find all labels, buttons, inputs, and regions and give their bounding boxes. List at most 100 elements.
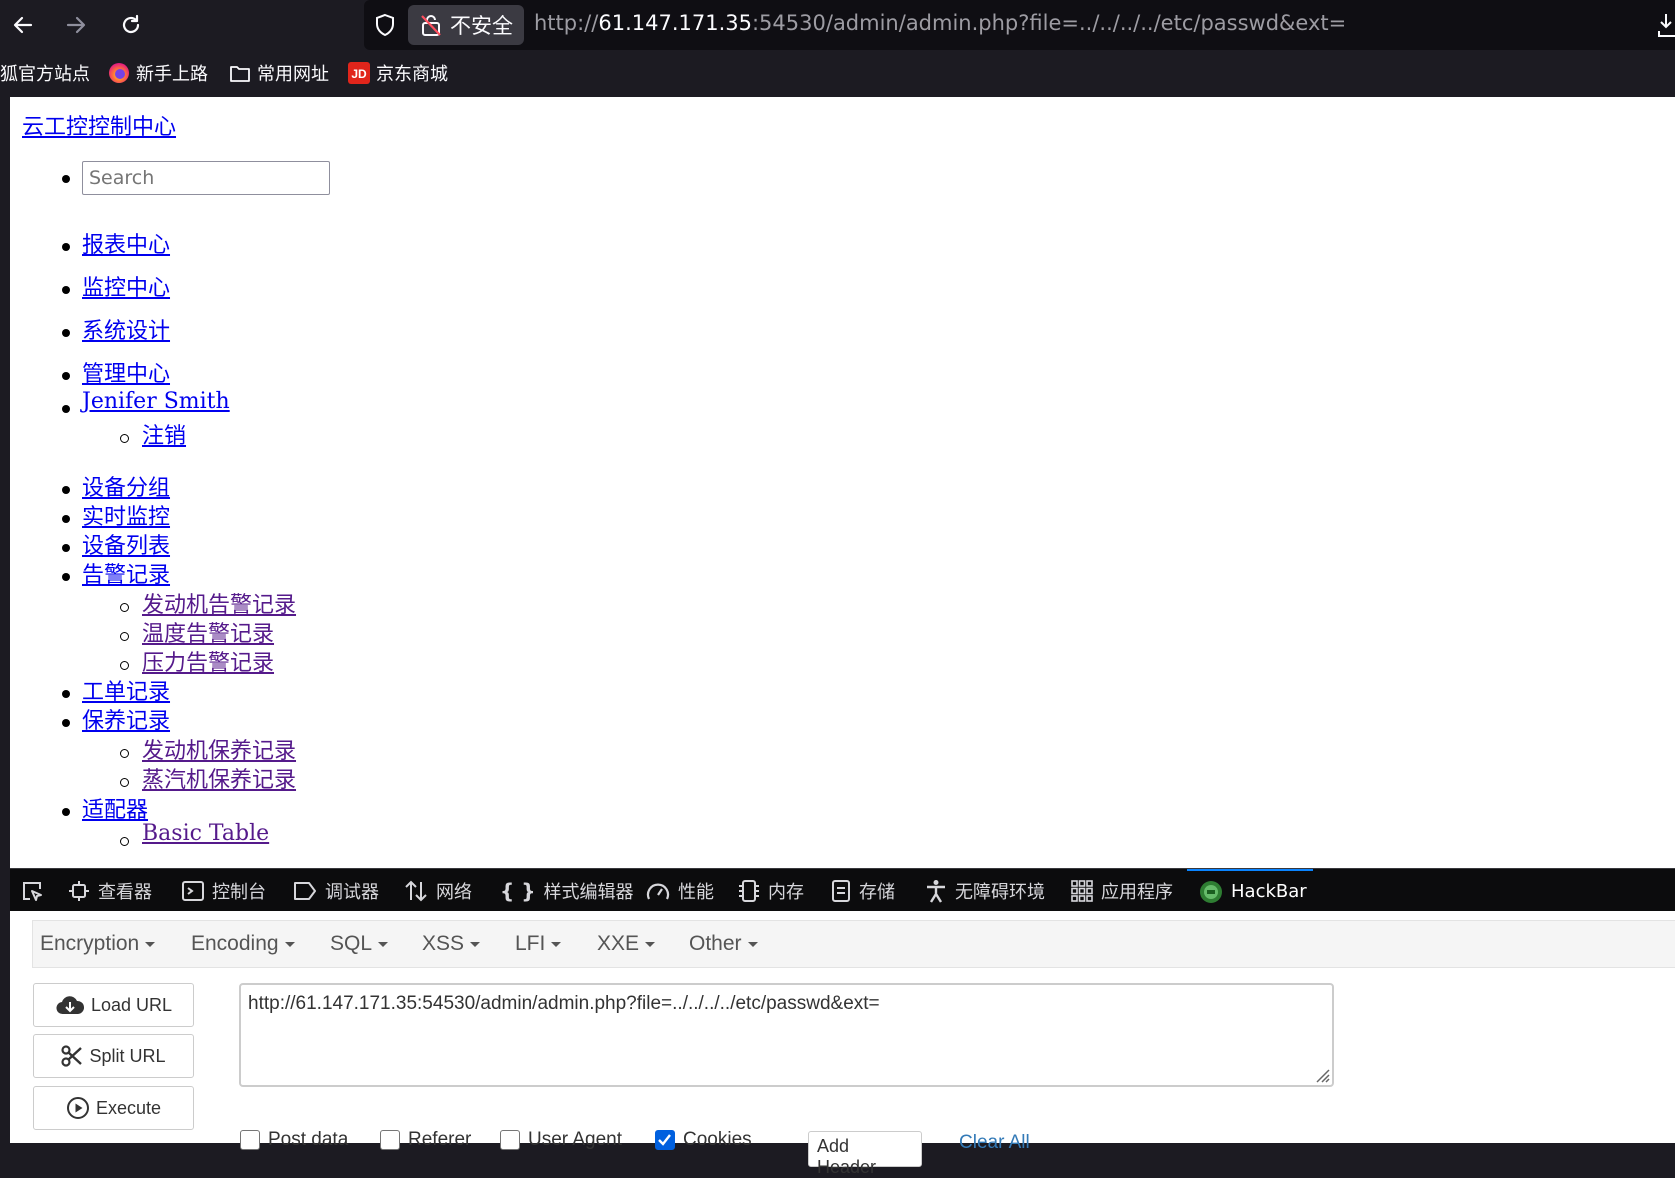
- checkbox-checked-icon: [655, 1130, 675, 1150]
- menu-xss[interactable]: XSS: [422, 932, 481, 956]
- nav-system-design[interactable]: 系统设计: [82, 313, 170, 345]
- devtools-toolbar: 查看器 控制台 调试器 网络 { } 样式编辑器 性能 内存 存储 无障碍环境 …: [10, 868, 1675, 911]
- tab-performance[interactable]: 性能: [646, 869, 714, 912]
- search-input[interactable]: [82, 161, 330, 195]
- add-header-button[interactable]: Add Header: [808, 1131, 922, 1177]
- tab-label: HackBar: [1231, 881, 1307, 902]
- accessibility-icon: [927, 879, 945, 903]
- reload-button[interactable]: [112, 6, 150, 44]
- clear-all-link[interactable]: Clear All: [959, 1132, 1030, 1154]
- url-scheme: http://: [534, 11, 599, 35]
- side-steam-maintenance-records[interactable]: 蒸汽机保养记录: [142, 762, 296, 794]
- bookmark-common-sites[interactable]: 常用网址: [229, 60, 329, 86]
- tab-application[interactable]: 应用程序: [1071, 869, 1173, 912]
- side-pressure-alarm-records[interactable]: 压力告警记录: [142, 645, 274, 677]
- play-circle-icon: [66, 1097, 89, 1119]
- firefox-icon: [109, 63, 129, 83]
- connection-insecure-button[interactable]: 不安全: [408, 5, 524, 45]
- inspector-icon: [69, 880, 89, 901]
- button-label: Split URL: [89, 1045, 166, 1066]
- caret-down-icon: [378, 941, 389, 947]
- button-label: Execute: [95, 1097, 162, 1118]
- side-maintenance-records[interactable]: 保养记录: [82, 703, 170, 735]
- list-bullet: [62, 372, 70, 380]
- list-circle: [120, 632, 129, 641]
- post-data-checkbox[interactable]: Post data: [240, 1129, 348, 1151]
- resize-handle-icon[interactable]: [1314, 1067, 1330, 1083]
- storage-icon: [832, 879, 850, 902]
- bookmark-jd-mall[interactable]: JD 京东商城: [348, 60, 448, 86]
- list-bullet: [62, 329, 70, 337]
- tab-accessibility[interactable]: 无障碍环境: [925, 869, 1045, 912]
- url-bar[interactable]: 不安全 http://61.147.171.35:54530/admin/adm…: [364, 0, 1675, 50]
- network-icon: [405, 880, 427, 901]
- side-basic-table[interactable]: Basic Table: [142, 821, 269, 846]
- folder-icon: [230, 66, 250, 82]
- element-picker-button[interactable]: [20, 869, 44, 912]
- nav-logout[interactable]: 注销: [142, 418, 186, 450]
- nav-report-center[interactable]: 报表中心: [82, 227, 170, 259]
- forward-button[interactable]: [57, 6, 95, 44]
- tab-hackbar[interactable]: HackBar: [1187, 869, 1313, 912]
- menu-encoding[interactable]: Encoding: [191, 932, 295, 956]
- load-url-button[interactable]: Load URL: [33, 983, 194, 1027]
- insecure-label: 不安全: [450, 14, 513, 38]
- jd-icon: JD: [348, 62, 370, 84]
- menu-label: LFI: [515, 932, 546, 955]
- tab-label: 存储: [859, 881, 895, 903]
- brand-link[interactable]: 云工控控制中心: [22, 109, 176, 141]
- list-circle: [120, 661, 129, 670]
- referer-checkbox[interactable]: Referer: [380, 1129, 471, 1151]
- menu-sql[interactable]: SQL: [330, 932, 389, 956]
- menu-encryption[interactable]: Encryption: [40, 932, 156, 956]
- tab-inspector[interactable]: 查看器: [68, 869, 152, 912]
- nav-monitor-center[interactable]: 监控中心: [82, 270, 170, 302]
- menu-xxe[interactable]: XXE: [597, 932, 656, 956]
- side-engine-maintenance-records[interactable]: 发动机保养记录: [142, 733, 296, 765]
- tab-label: 调试器: [325, 881, 379, 903]
- menu-other[interactable]: Other: [689, 932, 758, 956]
- back-button[interactable]: [4, 6, 42, 44]
- checkbox-label: Cookies: [683, 1129, 752, 1150]
- nav-admin-center[interactable]: 管理中心: [82, 356, 170, 388]
- downloads-icon[interactable]: [1657, 12, 1675, 38]
- side-device-group[interactable]: 设备分组: [82, 470, 170, 502]
- tab-debugger[interactable]: 调试器: [293, 869, 379, 912]
- side-engine-alarm-records[interactable]: 发动机告警记录: [142, 587, 296, 619]
- list-bullet: [62, 243, 70, 251]
- element-picker-icon: [23, 881, 42, 901]
- menu-lfi[interactable]: LFI: [515, 932, 562, 956]
- caret-down-icon: [551, 941, 562, 947]
- caret-down-icon: [645, 941, 656, 947]
- side-device-list[interactable]: 设备列表: [82, 528, 170, 560]
- caret-down-icon: [145, 941, 156, 947]
- tab-memory[interactable]: 内存: [738, 869, 804, 912]
- bookmark-official-site[interactable]: 狐官方站点: [0, 60, 90, 86]
- user-agent-checkbox[interactable]: User Agent: [500, 1129, 622, 1151]
- scissors-icon: [61, 1045, 83, 1067]
- tab-storage[interactable]: 存储: [831, 869, 895, 912]
- checkbox-box: [500, 1130, 520, 1150]
- side-adapter[interactable]: 适配器: [82, 792, 148, 824]
- execute-button[interactable]: Execute: [33, 1086, 194, 1130]
- tab-network[interactable]: 网络: [404, 869, 472, 912]
- url-path: :54530/admin/admin.php?file=../../../../…: [751, 11, 1347, 35]
- side-temperature-alarm-records[interactable]: 温度告警记录: [142, 616, 274, 648]
- nav-user-menu[interactable]: Jenifer Smith: [82, 389, 230, 414]
- url-textarea[interactable]: http://61.147.171.35:54530/admin/admin.p…: [239, 983, 1334, 1087]
- checkbox-label: Referer: [408, 1129, 472, 1150]
- split-url-button[interactable]: Split URL: [33, 1034, 194, 1078]
- bookmark-getting-started[interactable]: 新手上路: [108, 60, 208, 86]
- side-alarm-records[interactable]: 告警记录: [82, 557, 170, 589]
- tab-label: 样式编辑器: [543, 881, 634, 903]
- cookies-checkbox[interactable]: Cookies: [655, 1129, 752, 1151]
- side-realtime-monitor[interactable]: 实时监控: [82, 499, 170, 531]
- tab-console[interactable]: 控制台: [182, 869, 266, 912]
- side-work-orders[interactable]: 工单记录: [82, 674, 170, 706]
- shield-icon[interactable]: [374, 13, 396, 37]
- url-host: 61.147.171.35: [598, 11, 752, 35]
- url-text[interactable]: http://61.147.171.35:54530/admin/admin.p…: [534, 11, 1346, 35]
- bookmark-label: 常用网址: [257, 64, 329, 85]
- tab-label: 内存: [768, 881, 804, 903]
- tab-style-editor[interactable]: { } 样式编辑器: [500, 869, 633, 912]
